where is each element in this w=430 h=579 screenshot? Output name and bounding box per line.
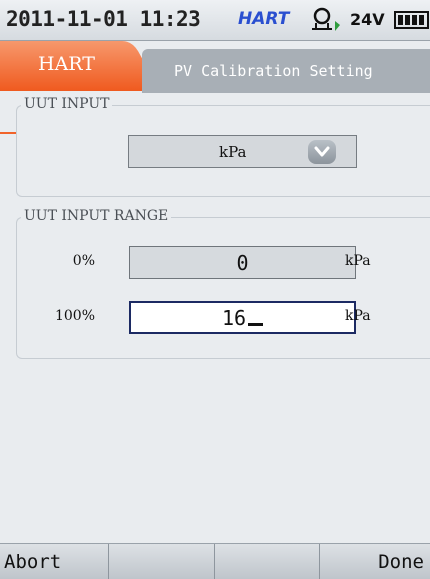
text-cursor [248,323,264,326]
range-low-unit: kPa [345,253,371,269]
status-protocol: HART [238,9,290,29]
unit-select[interactable]: kPa [128,135,357,168]
status-datetime: 2011-11-01 11:23 [6,7,201,31]
title-tab: PV Calibration Setting [142,49,430,93]
softkey-2[interactable] [109,544,215,579]
softkey-3[interactable] [214,544,320,579]
tab-hart-label: HART [38,53,95,75]
uut-input-legend: UUT INPUT [21,96,113,112]
uut-input-range-legend: UUT INPUT RANGE [21,208,172,224]
status-voltage: 24V [350,10,385,29]
range-low-field[interactable]: 0 [129,246,356,279]
tab-hart[interactable]: HART [0,41,160,91]
header: HART PV Calibration Setting [0,41,430,134]
unit-select-value: kPa [219,143,247,161]
abort-button[interactable]: Abort [0,544,110,579]
uut-input-range-group: UUT INPUT RANGE 0% 0 kPa 100% 16 kPa [16,208,430,359]
battery-icon [394,11,430,33]
range-high-unit: kPa [345,308,371,324]
done-button[interactable]: Done [319,544,430,579]
page-title: PV Calibration Setting [174,62,373,80]
range-high-value: 16 [221,305,247,330]
status-bar: 2011-11-01 11:23 HART 24V [0,0,430,41]
range-low-label: 0% [72,253,95,269]
softkey-bar: Abort Done [0,543,430,579]
loop-power-icon [310,7,340,37]
chevron-down-icon[interactable] [308,140,336,164]
range-low-value: 0 [236,250,249,275]
range-high-field[interactable]: 16 [129,301,356,334]
range-high-label: 100% [54,308,95,324]
uut-input-group: UUT INPUT kPa [16,96,430,197]
